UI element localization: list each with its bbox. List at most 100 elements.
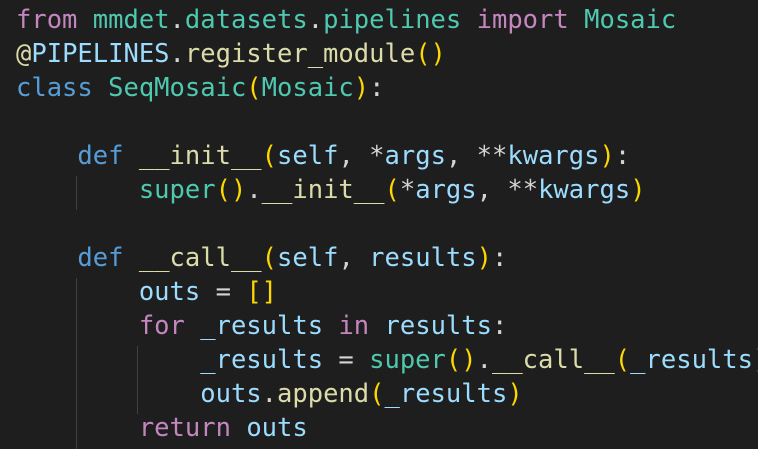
- code-token: kwargs: [507, 141, 600, 171]
- code-token: results: [384, 311, 492, 341]
- code-token: datasets: [184, 5, 308, 35]
- code-line[interactable]: _results = super().__call__(_results): [16, 343, 758, 377]
- code-token: self: [277, 141, 339, 171]
- code-token: def: [77, 141, 124, 171]
- code-token: ): [599, 141, 615, 171]
- code-token: Mosaic: [584, 5, 677, 35]
- code-line[interactable]: def __init__(self, *args, **kwargs):: [16, 139, 758, 173]
- code-editor[interactable]: from mmdet.datasets.pipelines import Mos…: [0, 0, 758, 449]
- code-line[interactable]: @PIPELINES.register_module(): [16, 37, 758, 71]
- code-token: .: [246, 175, 262, 205]
- code-token: pipelines: [323, 5, 462, 35]
- code-token: results: [369, 243, 477, 273]
- code-line[interactable]: def __call__(self, results):: [16, 241, 758, 275]
- code-token: ): [753, 345, 758, 375]
- code-token: , **: [445, 141, 508, 171]
- code-token: .: [169, 39, 185, 69]
- code-token: .: [476, 345, 492, 375]
- code-token: __call__: [138, 243, 262, 273]
- code-token: from: [16, 5, 78, 35]
- code-line[interactable]: outs.append(_results): [16, 377, 758, 411]
- code-token: outs: [138, 277, 201, 307]
- code-token: class: [16, 73, 93, 103]
- code-token: (): [445, 345, 477, 375]
- code-token: ): [476, 243, 492, 273]
- code-line[interactable]: class SeqMosaic(Mosaic):: [16, 71, 758, 105]
- code-token: (: [261, 243, 278, 273]
- code-token: (: [614, 345, 631, 375]
- code-token: *: [399, 175, 416, 205]
- code-token: []: [246, 277, 278, 307]
- code-token: def: [77, 243, 124, 273]
- code-token: __init__: [138, 141, 262, 171]
- code-token: SeqMosaic: [108, 73, 247, 103]
- code-token: _results: [384, 379, 508, 409]
- code-token: (): [415, 39, 446, 69]
- code-line[interactable]: [16, 105, 758, 139]
- code-token: (): [215, 175, 247, 205]
- code-token: (: [261, 141, 278, 171]
- code-token: append: [277, 379, 370, 409]
- code-line[interactable]: [16, 207, 758, 241]
- code-token: , **: [476, 175, 539, 205]
- code-token: .: [169, 5, 185, 35]
- code-token: __call__: [491, 345, 615, 375]
- code-line[interactable]: super().__init__(*args, **kwargs): [16, 173, 758, 207]
- code-token: @: [16, 39, 32, 69]
- code-token: super: [138, 175, 216, 205]
- code-token: _results: [200, 345, 324, 375]
- code-line[interactable]: from mmdet.datasets.pipelines import Mos…: [16, 3, 758, 37]
- code-token: args: [384, 141, 446, 171]
- code-token: outs: [200, 379, 262, 409]
- code-token: kwargs: [538, 175, 631, 205]
- code-token: ): [630, 175, 646, 205]
- code-token: .: [261, 379, 278, 409]
- code-token: args: [415, 175, 477, 205]
- code-token: (: [369, 379, 385, 409]
- code-token: (: [384, 175, 400, 205]
- code-token: , *: [338, 141, 385, 171]
- code-token: super: [369, 345, 446, 375]
- code-token: :: [491, 311, 508, 341]
- code-line[interactable]: outs = []: [16, 275, 758, 309]
- code-token: ,: [338, 243, 370, 273]
- code-line[interactable]: return outs: [16, 411, 758, 445]
- code-token: in: [338, 311, 370, 341]
- code-token: register_module: [184, 39, 416, 69]
- code-token: ): [507, 379, 523, 409]
- code-token: __init__: [261, 175, 385, 205]
- code-token: _results: [630, 345, 753, 375]
- code-content[interactable]: from mmdet.datasets.pipelines import Mos…: [16, 3, 758, 445]
- code-token: outs: [246, 413, 308, 443]
- code-token: for: [138, 311, 185, 341]
- code-token: =: [323, 345, 370, 375]
- code-token: ): [353, 73, 370, 103]
- code-token: (: [246, 73, 262, 103]
- code-token: :: [614, 141, 631, 171]
- code-token: PIPELINES: [31, 39, 170, 69]
- code-token: mmdet: [92, 5, 170, 35]
- code-token: _results: [200, 311, 324, 341]
- code-line[interactable]: for _results in results:: [16, 309, 758, 343]
- code-token: .: [307, 5, 324, 35]
- code-token: return: [138, 413, 231, 443]
- code-token: import: [476, 5, 569, 35]
- code-token: :: [492, 243, 508, 273]
